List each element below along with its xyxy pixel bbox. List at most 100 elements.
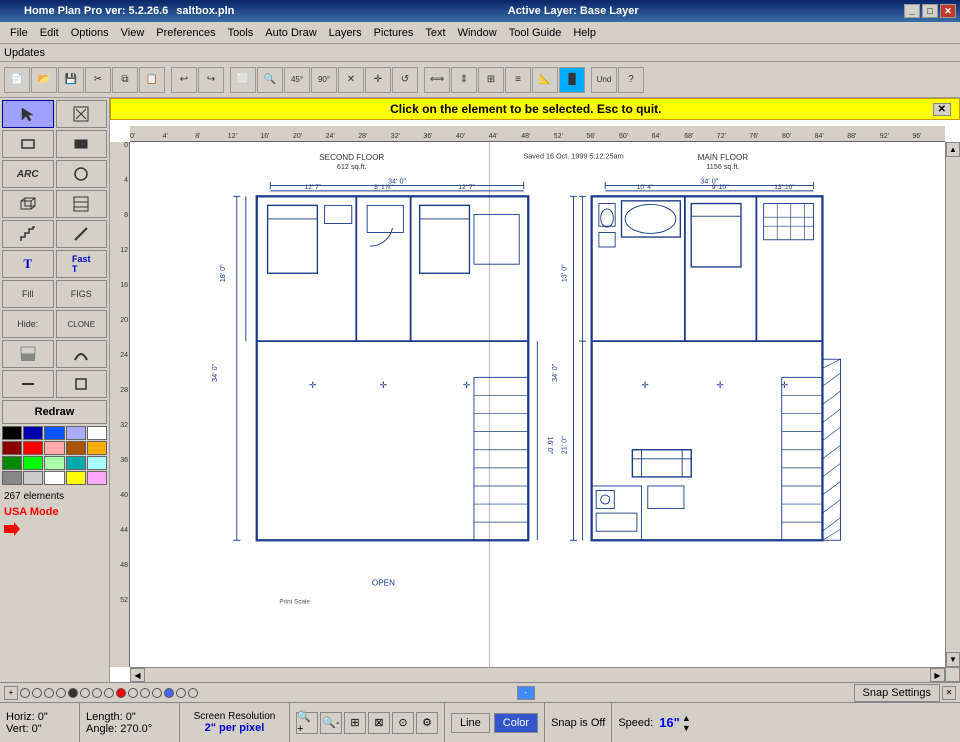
snap-close-button[interactable]: ✕ (942, 686, 956, 700)
tool-line[interactable] (56, 220, 108, 248)
zoom-reset-button[interactable]: ⊙ (392, 712, 414, 734)
scroll-up-button[interactable]: ▲ (946, 142, 960, 157)
toolbar-redo[interactable]: ↪ (198, 67, 224, 93)
tool-fill[interactable]: Fill (2, 280, 54, 308)
zoom-view-button[interactable]: ⊠ (368, 712, 390, 734)
zoom-in-button[interactable]: 🔍+ (296, 712, 318, 734)
menu-item-layers[interactable]: Layers (323, 25, 368, 41)
tool-text-fast[interactable]: FastT (56, 250, 108, 278)
menu-item-tools[interactable]: Tools (222, 25, 260, 41)
menu-item-pictures[interactable]: Pictures (368, 25, 420, 41)
color-cell-10[interactable] (2, 456, 22, 470)
color-button[interactable]: Color (494, 713, 538, 733)
toolbar-help[interactable]: ? (618, 67, 644, 93)
toolbar-paste[interactable]: 📋 (139, 67, 165, 93)
tool-figs[interactable]: FIGS (56, 280, 108, 308)
tool-hide[interactable]: Hide: (2, 310, 54, 338)
zoom-fit-button[interactable]: ⊞ (344, 712, 366, 734)
color-cell-17[interactable] (44, 471, 64, 485)
snap-settings-button[interactable]: Snap Settings (854, 684, 941, 702)
menu-item-toolguide[interactable]: Tool Guide (503, 25, 568, 41)
speed-up-button[interactable]: ▲ (682, 713, 691, 723)
toolbar-measure[interactable]: 📐 (532, 67, 558, 93)
color-cell-12[interactable] (44, 456, 64, 470)
tool-arrow[interactable] (2, 100, 54, 128)
tool-text[interactable]: T (2, 250, 54, 278)
maximize-button[interactable]: □ (922, 4, 938, 18)
speed-down-button[interactable]: ▼ (682, 723, 691, 733)
color-cell-7[interactable] (44, 441, 64, 455)
color-cell-19[interactable] (87, 471, 107, 485)
line-button[interactable]: Line (451, 713, 490, 733)
menu-item-options[interactable]: Options (65, 25, 115, 41)
toolbar-fill[interactable]: █ (559, 67, 585, 93)
color-cell-15[interactable] (2, 471, 22, 485)
toolbar-save[interactable]: 💾 (58, 67, 84, 93)
vertical-scrollbar[interactable]: ▲ ▼ (945, 142, 960, 667)
scroll-left-button[interactable]: ◀ (130, 668, 145, 682)
scroll-right-button[interactable]: ▶ (930, 668, 945, 682)
color-cell-3[interactable] (66, 426, 86, 440)
tool-clone[interactable]: CLONE (56, 310, 108, 338)
toolbar-rotate90[interactable]: 90° (311, 67, 337, 93)
toolbar-rotate45[interactable]: 45° (284, 67, 310, 93)
menu-item-edit[interactable]: Edit (34, 25, 65, 41)
color-cell-1[interactable] (23, 426, 43, 440)
color-cell-8[interactable] (66, 441, 86, 455)
color-cell-18[interactable] (66, 471, 86, 485)
redraw-button[interactable]: Redraw (2, 400, 107, 424)
color-cell-13[interactable] (66, 456, 86, 470)
toolbar-mirror-v[interactable]: ⇕ (451, 67, 477, 93)
tool-circle[interactable] (56, 160, 108, 188)
minimize-button[interactable]: _ (904, 4, 920, 18)
snap-add-button[interactable]: + (4, 686, 18, 700)
zoom-settings-button[interactable]: ⚙ (416, 712, 438, 734)
toolbar-layers[interactable]: ≡ (505, 67, 531, 93)
updates-label[interactable]: Updates (4, 47, 45, 59)
close-button[interactable]: ✕ (940, 4, 956, 18)
snap-minus-button[interactable]: - (517, 686, 535, 700)
tool-rect-3d[interactable] (2, 190, 54, 218)
tool-shade[interactable] (2, 340, 54, 368)
menu-item-text[interactable]: Text (419, 25, 451, 41)
toolbar-undo[interactable]: ↩ (171, 67, 197, 93)
color-cell-4[interactable] (87, 426, 107, 440)
toolbar-group[interactable]: ⊞ (478, 67, 504, 93)
tool-rect-fill[interactable] (56, 130, 108, 158)
tool-line-h[interactable] (2, 370, 54, 398)
tool-wall[interactable] (56, 190, 108, 218)
color-cell-11[interactable] (23, 456, 43, 470)
horizontal-scrollbar[interactable]: ◀ ▶ (130, 667, 945, 682)
color-cell-5[interactable] (2, 441, 22, 455)
menu-item-autodraw[interactable]: Auto Draw (259, 25, 322, 41)
menu-item-preferences[interactable]: Preferences (150, 25, 221, 41)
toolbar-delete[interactable]: ✕ (338, 67, 364, 93)
color-cell-0[interactable] (2, 426, 22, 440)
toolbar-refresh[interactable]: ↺ (392, 67, 418, 93)
toolbar-undo2[interactable]: Und (591, 67, 617, 93)
menu-item-help[interactable]: Help (567, 25, 602, 41)
toolbar-mirror-h[interactable]: ⟺ (424, 67, 450, 93)
menu-item-window[interactable]: Window (452, 25, 503, 41)
hint-close-button[interactable]: ✕ (933, 103, 951, 116)
toolbar-open[interactable]: 📂 (31, 67, 57, 93)
color-cell-9[interactable] (87, 441, 107, 455)
color-cell-6[interactable] (23, 441, 43, 455)
tool-magic[interactable] (56, 100, 108, 128)
zoom-out-button[interactable]: 🔍- (320, 712, 342, 734)
toolbar-move[interactable]: ✛ (365, 67, 391, 93)
toolbar-cut[interactable]: ✂ (85, 67, 111, 93)
color-cell-16[interactable] (23, 471, 43, 485)
color-cell-2[interactable] (44, 426, 64, 440)
toolbar-zoom[interactable]: 🔍 (257, 67, 283, 93)
tool-rect-sm[interactable] (56, 370, 108, 398)
tool-arc[interactable]: ARC (2, 160, 54, 188)
menu-item-file[interactable]: File (4, 25, 34, 41)
scroll-down-button[interactable]: ▼ (946, 652, 960, 667)
menu-item-view[interactable]: View (115, 25, 151, 41)
tool-rect-outline[interactable] (2, 130, 54, 158)
tool-stair[interactable] (2, 220, 54, 248)
toolbar-select[interactable]: ⬜ (230, 67, 256, 93)
tool-curve[interactable] (56, 340, 108, 368)
toolbar-new[interactable]: 📄 (4, 67, 30, 93)
